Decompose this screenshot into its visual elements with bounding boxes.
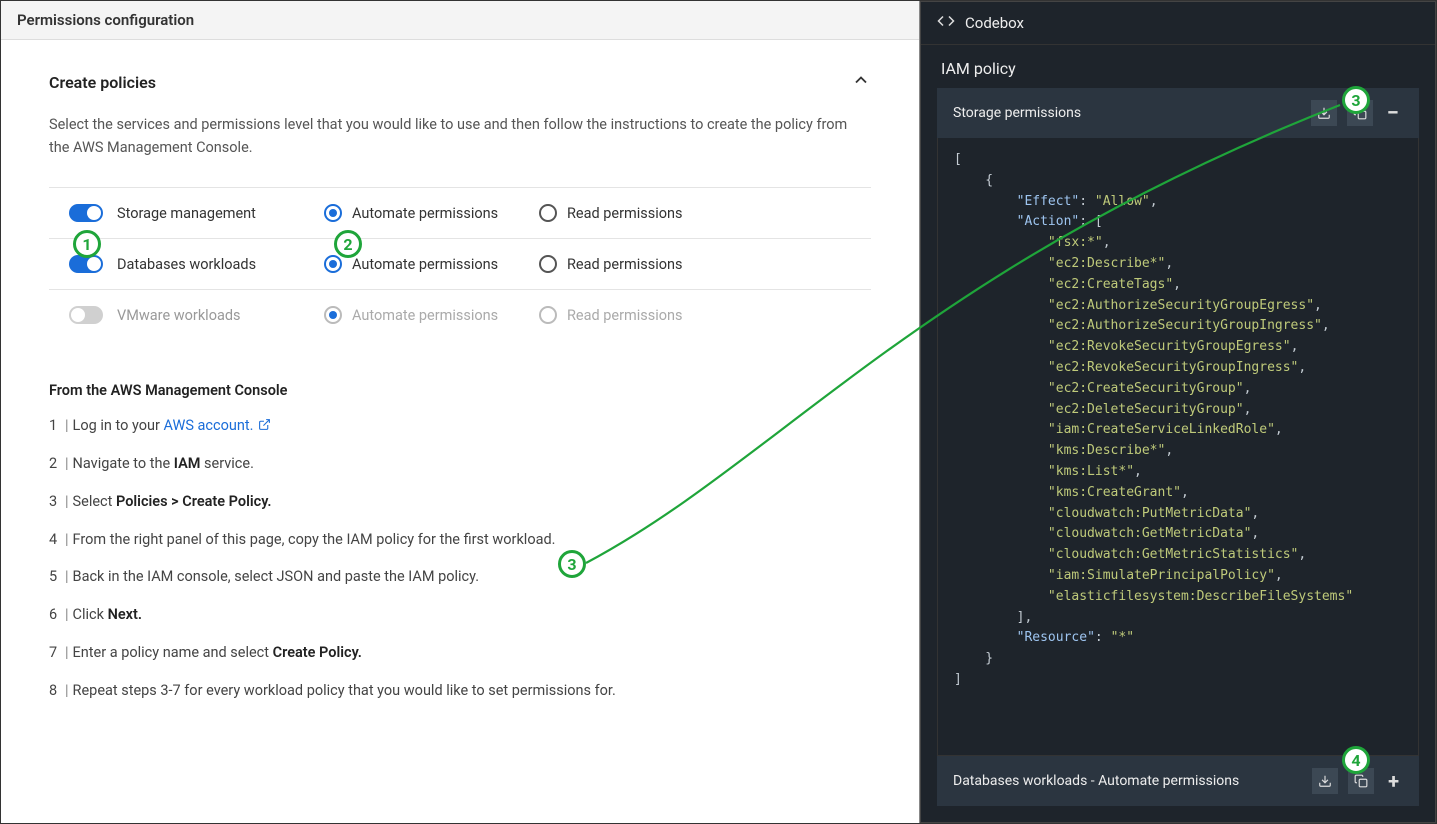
expand-section-icon[interactable]: + [1384,769,1403,793]
radio-label: Read permissions [567,256,683,273]
step-3: 3|Select Policies > Create Policy. [49,491,871,513]
section-label: Databases workloads - Automate permissio… [953,773,1239,789]
instructions-list: 1|Log in to your AWS account. 2|Navigate… [49,415,871,701]
copy-icon[interactable] [1348,768,1374,794]
step-6: 6|Click Next. [49,604,871,626]
download-icon[interactable] [1312,768,1338,794]
panel-title: Permissions configuration [1,1,919,40]
radio-read [539,306,557,324]
radio-read[interactable] [539,204,557,222]
card-description: Select the services and permissions leve… [49,113,871,159]
step-7: 7|Enter a policy name and select Create … [49,642,871,664]
step-1: 1|Log in to your AWS account. [49,415,871,437]
service-row-vmware: VMware workloads Automate permissions Re… [49,289,871,340]
aws-account-link[interactable]: AWS account. [164,417,254,434]
radio-label: Read permissions [567,307,683,324]
download-icon[interactable] [1311,100,1337,126]
toggle-databases[interactable] [69,255,103,273]
radio-label: Read permissions [567,205,683,222]
toggle-label: Storage management [117,205,256,222]
service-row-databases: Databases workloads Automate permissions… [49,238,871,289]
section-label: Storage permissions [953,105,1081,121]
copy-icon[interactable] [1347,100,1373,126]
codebox-header: Codebox [921,2,1435,45]
step-4: 4|From the right panel of this page, cop… [49,529,871,551]
codebox-panel: Codebox IAM policy Storage permissions −… [920,1,1436,823]
toggle-label: Databases workloads [117,256,256,273]
collapse-icon[interactable] [851,70,871,95]
radio-label: Automate permissions [352,256,498,273]
toggle-label: VMware workloads [117,307,241,324]
code-content: [ { "Effect": "Allow", "Action": [ "fsx:… [954,150,1410,691]
radio-label: Automate permissions [352,205,498,222]
toggle-storage[interactable] [69,204,103,222]
codebox-title: Codebox [965,14,1024,32]
instructions-title: From the AWS Management Console [49,382,871,399]
iam-title: IAM policy [921,45,1435,88]
code-icon [937,12,955,34]
permissions-panel: Permissions configuration Create policie… [1,1,920,823]
card-title: Create policies [49,73,156,92]
service-row-storage: Storage management Automate permissions … [49,187,871,238]
radio-label: Automate permissions [352,307,498,324]
radio-automate[interactable] [324,255,342,273]
step-8: 8|Repeat steps 3-7 for every workload po… [49,680,871,702]
step-2: 2|Navigate to the IAM service. [49,453,871,475]
code-body[interactable]: [ { "Effect": "Allow", "Action": [ "fsx:… [937,138,1419,756]
code-section-storage: Storage permissions − [937,88,1419,138]
toggle-vmware[interactable] [69,306,103,324]
radio-automate[interactable] [324,204,342,222]
radio-read[interactable] [539,255,557,273]
external-link-icon [258,416,271,429]
collapse-section-icon[interactable]: − [1383,101,1403,126]
radio-automate [324,306,342,324]
code-section-databases: Databases workloads - Automate permissio… [937,756,1419,806]
step-5: 5|Back in the IAM console, select JSON a… [49,566,871,588]
